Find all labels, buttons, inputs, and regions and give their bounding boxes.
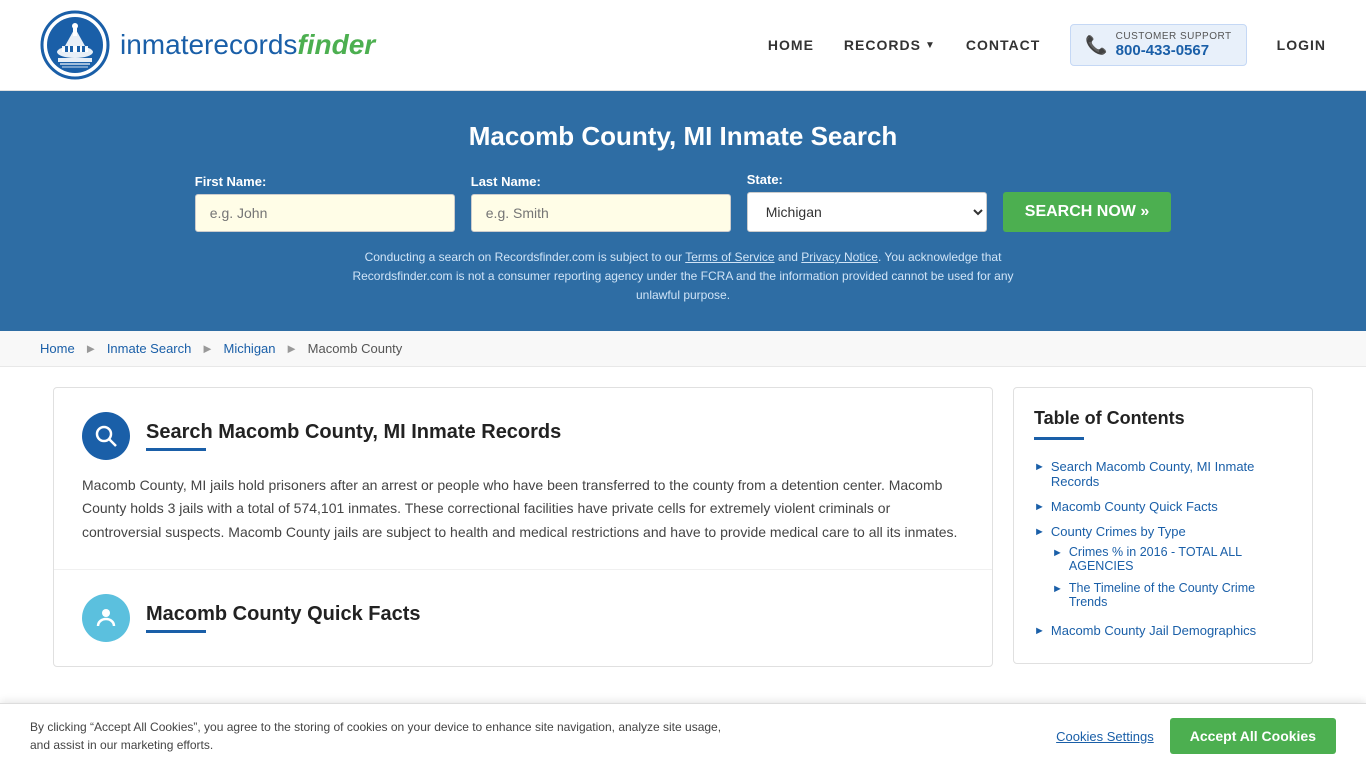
toc-link-2[interactable]: ► Macomb County Quick Facts: [1034, 499, 1292, 514]
toc-item-1: ► Search Macomb County, MI Inmate Record…: [1034, 454, 1292, 494]
toc-item-3: ► County Crimes by Type ► Crimes % in 20…: [1034, 519, 1292, 618]
breadcrumb-michigan[interactable]: Michigan: [223, 341, 275, 356]
accept-all-cookies-button[interactable]: Accept All Cookies: [1170, 718, 1336, 754]
nav-contact[interactable]: CONTACT: [966, 37, 1040, 53]
breadcrumb-sep-2: ►: [201, 341, 214, 356]
last-name-label: Last Name:: [471, 174, 731, 189]
toc-sub-chevron-3-1: ►: [1052, 547, 1063, 559]
content-left: Search Macomb County, MI Inmate Records …: [53, 387, 993, 667]
state-select[interactable]: Michigan Alabama Alaska California Flori…: [747, 192, 987, 232]
state-group: State: Michigan Alabama Alaska Californi…: [747, 172, 987, 232]
breadcrumb-current: Macomb County: [308, 341, 403, 356]
nav-records[interactable]: RECORDS ▼: [844, 37, 936, 53]
cookies-settings-button[interactable]: Cookies Settings: [1056, 729, 1154, 744]
last-name-input[interactable]: [471, 194, 731, 232]
disclaimer-text: Conducting a search on Recordsfinder.com…: [343, 248, 1023, 306]
breadcrumb-sep-3: ►: [285, 341, 298, 356]
breadcrumb-home[interactable]: Home: [40, 341, 75, 356]
toc-chevron-2: ►: [1034, 501, 1045, 513]
first-name-input[interactable]: [195, 194, 455, 232]
cookie-actions: Cookies Settings Accept All Cookies: [1056, 718, 1336, 754]
privacy-link[interactable]: Privacy Notice: [801, 250, 878, 264]
quick-facts-title: Macomb County Quick Facts: [146, 603, 421, 626]
section-body: Macomb County, MI jails hold prisoners a…: [82, 474, 964, 545]
main-nav: HOME RECORDS ▼ CONTACT 📞 CUSTOMER SUPPOR…: [768, 24, 1326, 66]
nav-login[interactable]: LOGIN: [1277, 37, 1326, 53]
terms-link[interactable]: Terms of Service: [685, 250, 774, 264]
toc-label-3: County Crimes by Type: [1051, 524, 1186, 539]
first-name-label: First Name:: [195, 174, 455, 189]
toc-divider: [1034, 437, 1084, 440]
support-info: CUSTOMER SUPPORT 800-433-0567: [1116, 31, 1232, 59]
toc-title: Table of Contents: [1034, 408, 1292, 429]
toc-sub-item-3-1: ► Crimes % in 2016 - TOTAL ALL AGENCIES: [1052, 541, 1292, 577]
section-title-underline: [146, 448, 206, 451]
toc-sub-chevron-3-2: ►: [1052, 583, 1063, 595]
toc-chevron-4: ►: [1034, 625, 1045, 637]
toc-item-4: ► Macomb County Jail Demographics: [1034, 618, 1292, 643]
cookie-banner: By clicking “Accept All Cookies”, you ag…: [0, 703, 1366, 768]
first-name-group: First Name:: [195, 174, 455, 232]
search-section: Search Macomb County, MI Inmate Records …: [54, 388, 992, 570]
search-icon: [82, 412, 130, 460]
breadcrumb: Home ► Inmate Search ► Michigan ► Macomb…: [0, 331, 1366, 367]
phone-icon: 📞: [1085, 35, 1107, 56]
toc-link-3[interactable]: ► County Crimes by Type: [1034, 524, 1292, 539]
section-title-block: Search Macomb County, MI Inmate Records: [146, 421, 561, 451]
quick-facts-icon: [82, 594, 130, 642]
search-form: First Name: Last Name: State: Michigan A…: [40, 172, 1326, 232]
toc-chevron-1: ►: [1034, 461, 1045, 473]
logo-area: inmaterecordsfinder: [40, 10, 375, 80]
site-header: inmaterecordsfinder HOME RECORDS ▼ CONTA…: [0, 0, 1366, 91]
toc-link-1[interactable]: ► Search Macomb County, MI Inmate Record…: [1034, 459, 1292, 489]
quick-facts-header: Macomb County Quick Facts: [82, 594, 964, 642]
page-title: Macomb County, MI Inmate Search: [40, 121, 1326, 152]
logo-text: inmaterecordsfinder: [120, 29, 375, 61]
logo-icon: [40, 10, 110, 80]
last-name-group: Last Name:: [471, 174, 731, 232]
section-title: Search Macomb County, MI Inmate Records: [146, 421, 561, 444]
breadcrumb-inmate-search[interactable]: Inmate Search: [107, 341, 192, 356]
cookie-text: By clicking “Accept All Cookies”, you ag…: [30, 718, 730, 754]
search-hero: Macomb County, MI Inmate Search First Na…: [0, 91, 1366, 331]
toc-chevron-3: ►: [1034, 526, 1045, 538]
toc-sub-label-3-1: Crimes % in 2016 - TOTAL ALL AGENCIES: [1069, 545, 1292, 573]
quick-facts-title-underline: [146, 630, 206, 633]
breadcrumb-sep-1: ►: [84, 341, 97, 356]
toc-label-4: Macomb County Jail Demographics: [1051, 623, 1256, 638]
toc-sub-item-3-2: ► The Timeline of the County Crime Trend…: [1052, 577, 1292, 613]
toc-list: ► Search Macomb County, MI Inmate Record…: [1034, 454, 1292, 643]
toc-sub-link-3-2[interactable]: ► The Timeline of the County Crime Trend…: [1052, 581, 1292, 609]
quick-facts-title-block: Macomb County Quick Facts: [146, 603, 421, 633]
search-button[interactable]: SEARCH NOW »: [1003, 192, 1171, 232]
section-header: Search Macomb County, MI Inmate Records: [82, 412, 964, 460]
state-label: State:: [747, 172, 987, 187]
nav-home[interactable]: HOME: [768, 37, 814, 53]
toc-item-2: ► Macomb County Quick Facts: [1034, 494, 1292, 519]
quick-facts-section: Macomb County Quick Facts: [54, 570, 992, 666]
main-content: Search Macomb County, MI Inmate Records …: [33, 387, 1333, 667]
chevron-down-icon: ▼: [925, 40, 936, 51]
toc-sub-link-3-1[interactable]: ► Crimes % in 2016 - TOTAL ALL AGENCIES: [1052, 545, 1292, 573]
toc-label-1: Search Macomb County, MI Inmate Records: [1051, 459, 1292, 489]
toc-sub-3: ► Crimes % in 2016 - TOTAL ALL AGENCIES …: [1034, 541, 1292, 613]
customer-support-box[interactable]: 📞 CUSTOMER SUPPORT 800-433-0567: [1070, 24, 1246, 66]
toc-sub-label-3-2: The Timeline of the County Crime Trends: [1069, 581, 1292, 609]
table-of-contents: Table of Contents ► Search Macomb County…: [1013, 387, 1313, 664]
toc-link-4[interactable]: ► Macomb County Jail Demographics: [1034, 623, 1292, 638]
toc-label-2: Macomb County Quick Facts: [1051, 499, 1218, 514]
